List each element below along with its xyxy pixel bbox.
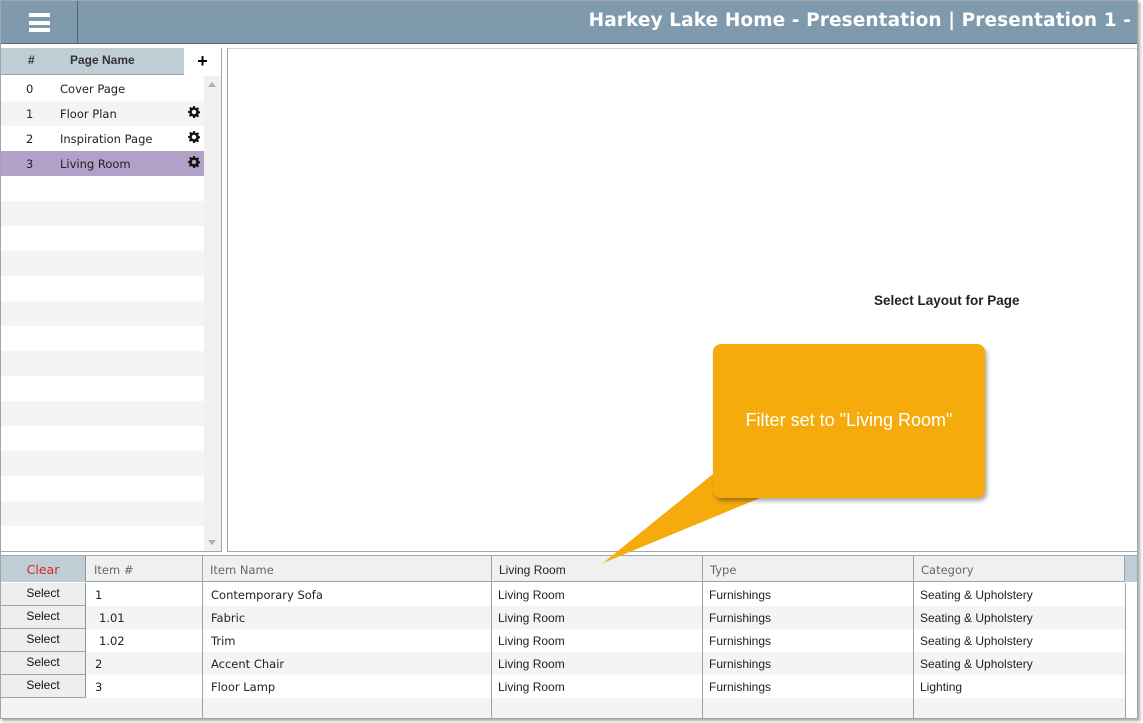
type-cell: Furnishings [709, 588, 772, 602]
page-name: Floor Plan [60, 106, 117, 121]
empty-page-row [1, 426, 204, 451]
item-number-cell: 1.01 [99, 611, 125, 625]
annotation-callout: Filter set to "Living Room" [713, 344, 985, 498]
column-divider [491, 556, 492, 718]
table-row: Select 1 Contemporary Sofa Living Room Furni… [1, 583, 1125, 606]
table-row: Select 2 Accent Chair Living Room Furnishing… [1, 652, 1125, 675]
select-button[interactable]: Select [1, 675, 86, 698]
room-cell: Living Room [498, 680, 565, 694]
table-row: Select 3 Floor Lamp Living Room Furnishings L… [1, 675, 1125, 698]
callout-text: Filter set to "Living Room" [745, 410, 953, 430]
empty-page-row [1, 251, 204, 276]
room-cell: Living Room [498, 588, 565, 602]
item-number-cell: 3 [95, 680, 103, 694]
item-number-cell: 2 [95, 657, 103, 671]
plus-icon: + [197, 51, 208, 71]
column-header-item-name[interactable]: Item Name [203, 556, 492, 582]
empty-page-row [1, 451, 204, 476]
scroll-up-arrow-icon[interactable] [208, 82, 216, 87]
page-name: Cover Page [60, 81, 126, 96]
column-header-page-name: Page Name [70, 53, 135, 67]
scroll-down-arrow-icon[interactable] [208, 540, 216, 545]
item-name-cell: Fabric [211, 611, 246, 625]
empty-page-row [1, 351, 204, 376]
column-header-number: # [28, 53, 35, 67]
pages-scrollbar[interactable] [204, 76, 221, 551]
item-number-cell: 1.02 [99, 634, 125, 648]
column-header-item-number[interactable]: Item # [87, 556, 203, 582]
page-list-item[interactable]: 0 Cover Page [1, 76, 204, 101]
category-cell: Seating & Upholstery [920, 611, 1033, 625]
items-grid: Clear Item # Item Name Living Room Type … [1, 555, 1137, 718]
table-row: Select 1.01 Fabric Living Room Furnishings Se… [1, 606, 1125, 629]
empty-page-row [1, 201, 204, 226]
pages-list: 0 Cover Page 1 Floor Plan 2 Inspiration Page 3… [1, 76, 204, 551]
select-button[interactable]: Select [1, 652, 86, 675]
empty-page-row [1, 301, 204, 326]
column-header-room-filter[interactable]: Living Room [492, 556, 703, 582]
item-name-cell: Accent Chair [211, 657, 285, 671]
page-list-item[interactable]: 2 Inspiration Page [1, 126, 204, 151]
column-divider [702, 556, 703, 718]
empty-page-row [1, 276, 204, 301]
pages-header: # Page Name + [1, 48, 221, 75]
empty-page-row [1, 501, 204, 526]
column-header-category[interactable]: Category [914, 556, 1125, 582]
grid-corner [1125, 556, 1137, 582]
empty-page-row [1, 176, 204, 201]
category-cell: Seating & Upholstery [920, 588, 1033, 602]
empty-page-row [1, 226, 204, 251]
column-divider [913, 556, 914, 718]
table-row: Select 1.02 Trim Living Room Furnishings Seat… [1, 629, 1125, 652]
select-layout-prompt[interactable]: Select Layout for Page [874, 293, 1020, 308]
type-cell: Furnishings [709, 657, 772, 671]
gear-icon[interactable] [188, 131, 201, 143]
type-cell: Furnishings [709, 611, 772, 625]
page-list-item[interactable]: 1 Floor Plan [1, 101, 204, 126]
app-header: Harkey Lake Home - Presentation | Presen… [1, 1, 1137, 44]
empty-page-row [1, 376, 204, 401]
gear-icon[interactable] [188, 106, 201, 118]
empty-page-row [1, 526, 204, 551]
category-cell: Seating & Upholstery [920, 657, 1033, 671]
page-number: 3 [26, 156, 34, 171]
gear-icon[interactable] [188, 156, 201, 168]
grid-scrollbar[interactable] [1125, 583, 1137, 718]
add-page-button[interactable]: + [184, 48, 221, 75]
item-name-cell: Contemporary Sofa [211, 588, 323, 602]
category-cell: Seating & Upholstery [920, 634, 1033, 648]
page-number: 2 [26, 131, 34, 146]
empty-page-row [1, 326, 204, 351]
select-button[interactable]: Select [1, 629, 86, 652]
column-header-type[interactable]: Type [703, 556, 914, 582]
menu-button[interactable] [1, 1, 78, 44]
clear-button[interactable]: Clear [1, 556, 86, 582]
room-cell: Living Room [498, 634, 565, 648]
item-number-cell: 1 [95, 588, 103, 602]
category-cell: Lighting [920, 680, 963, 694]
select-button[interactable]: Select [1, 606, 86, 629]
item-name-cell: Floor Lamp [211, 680, 276, 694]
type-cell: Furnishings [709, 634, 772, 648]
pages-panel: # Page Name + 0 Cover Page 1 Floor Plan 2 Ins… [1, 48, 222, 552]
grid-header: Clear Item # Item Name Living Room Type … [1, 556, 1125, 582]
select-button[interactable]: Select [1, 583, 86, 606]
empty-table-row [1, 698, 1125, 718]
page-list-item[interactable]: 3 Living Room [1, 151, 204, 176]
hamburger-menu-icon [28, 13, 50, 32]
room-cell: Living Room [498, 657, 565, 671]
page-number: 0 [26, 81, 34, 96]
grid-body: Select 1 Contemporary Sofa Living Room Furni… [1, 583, 1125, 718]
type-cell: Furnishings [709, 680, 772, 694]
layout-canvas[interactable]: Select Layout for Page [227, 48, 1137, 552]
page-name: Living Room [60, 156, 131, 171]
column-divider [202, 556, 203, 718]
empty-page-row [1, 476, 204, 501]
empty-page-row [1, 401, 204, 426]
page-name: Inspiration Page [60, 131, 153, 146]
page-number: 1 [26, 106, 34, 121]
item-name-cell: Trim [211, 634, 236, 648]
room-cell: Living Room [498, 611, 565, 625]
app-title: Harkey Lake Home - Presentation | Presen… [588, 10, 1131, 31]
